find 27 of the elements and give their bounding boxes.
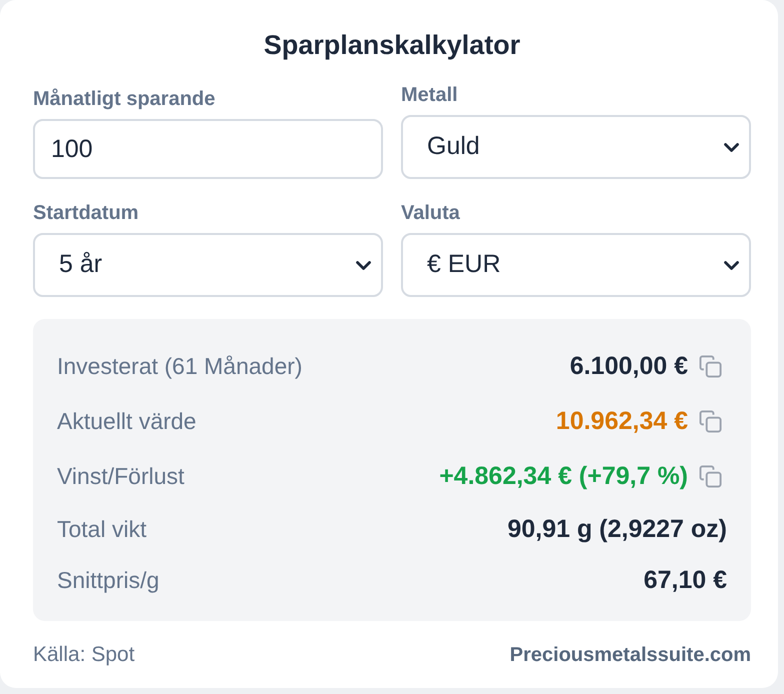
result-value: 6.100,00 €	[570, 350, 688, 382]
dropdown[interactable]: Guld	[401, 115, 751, 179]
dropdown[interactable]: € EUR	[401, 233, 751, 297]
chevron-down-icon	[356, 260, 371, 270]
result-value: 67,10 €	[644, 564, 727, 596]
chevron-down-icon	[724, 260, 739, 270]
copy-icon[interactable]	[699, 465, 722, 488]
result-value: 90,91 g (2,9227 oz)	[507, 514, 727, 545]
result-label: Investerat (61 Månader)	[57, 352, 302, 382]
field-label: Startdatum	[33, 201, 139, 226]
result-value: 10.962,34 €	[556, 406, 688, 437]
result-label: Aktuellt värde	[57, 407, 196, 436]
amount-input[interactable]: 100	[33, 119, 383, 179]
result-value: +4.862,34 € (+79,7 %)	[439, 460, 688, 492]
field-label: Valuta	[401, 201, 460, 226]
copy-icon[interactable]	[699, 410, 722, 433]
field-label: Månatligt sparande	[33, 87, 216, 112]
result-label: Snittpris/g	[57, 566, 160, 596]
chevron-down-icon	[724, 142, 739, 152]
result-label: Total vikt	[57, 515, 146, 544]
field-label: Metall	[401, 83, 458, 108]
calculator-title: Sparplanskalkylator	[262, 29, 522, 62]
dropdown[interactable]: 5 år	[33, 233, 383, 297]
result-label: Vinst/Förlust	[57, 462, 184, 492]
copy-icon[interactable]	[699, 355, 722, 378]
source-text: Källa: Spot	[33, 642, 135, 668]
site-name: Preciousmetalssuite.com	[510, 643, 751, 668]
